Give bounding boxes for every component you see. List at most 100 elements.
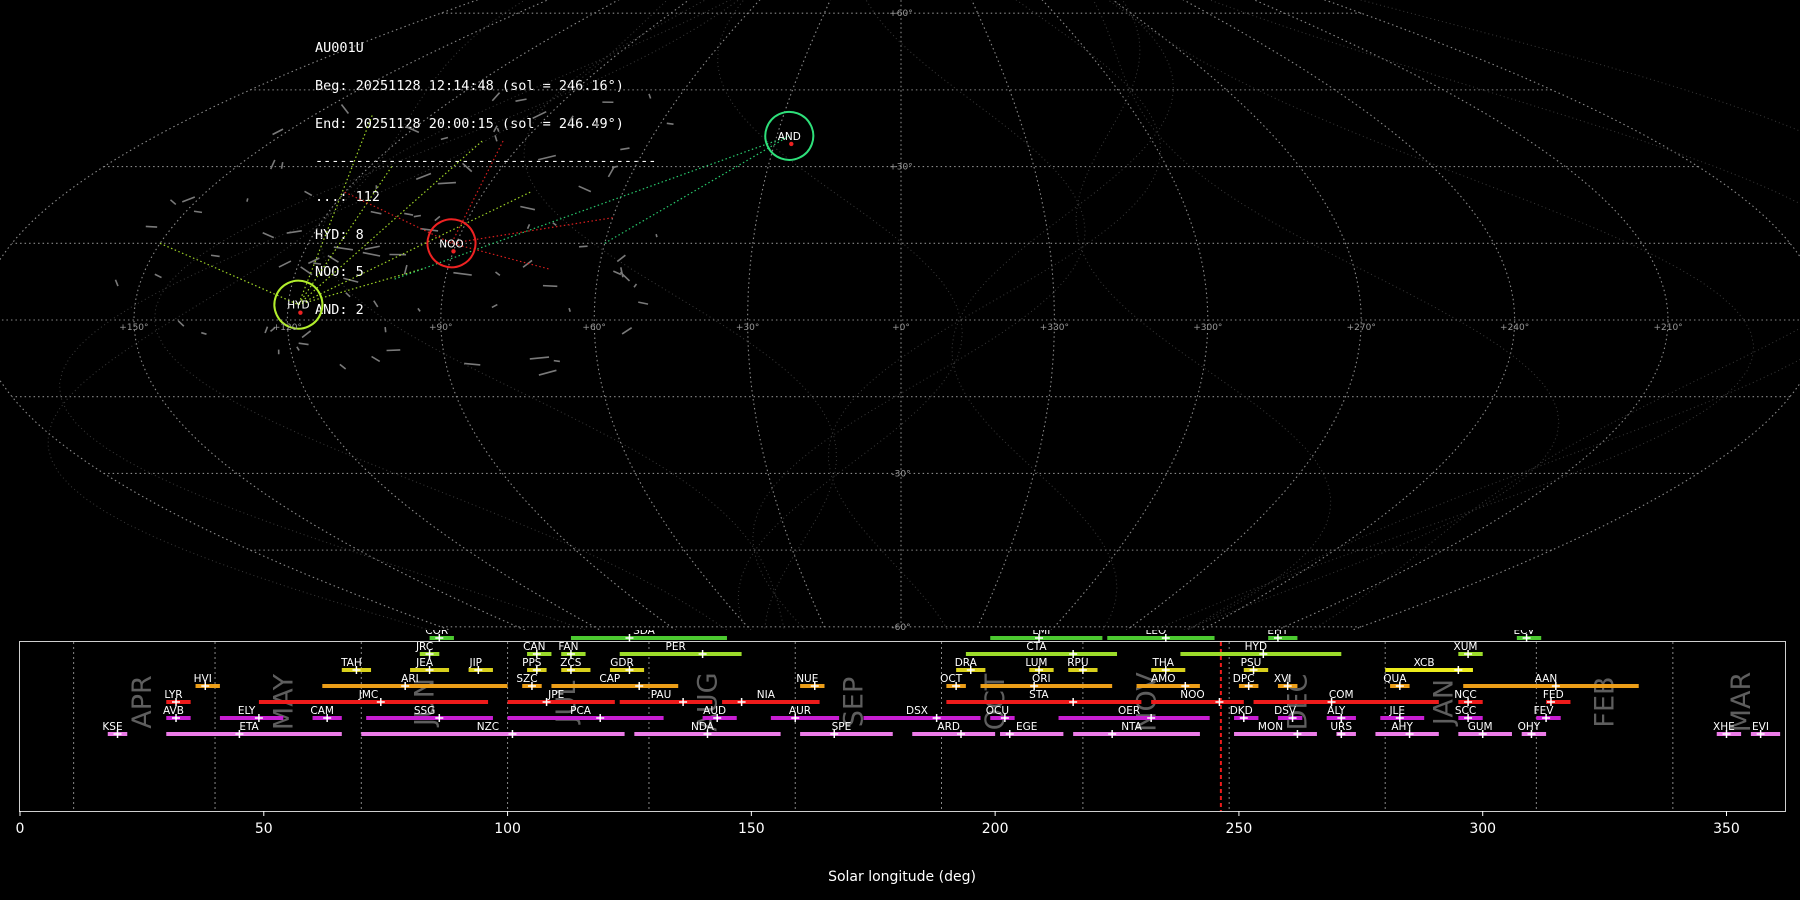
- sporadic-trail: [655, 233, 658, 238]
- ra-tick-label: +30°: [736, 323, 760, 333]
- x-axis-label: Solar longitude (deg): [828, 869, 976, 885]
- sporadic-trail: [440, 136, 449, 141]
- shower-label: STA: [1029, 689, 1049, 701]
- sporadic-trail: [286, 230, 302, 234]
- sporadic-trail: [464, 362, 481, 366]
- shower-label: JLE: [1388, 705, 1405, 717]
- shower-trail: [451, 242, 549, 270]
- shower-label: NTA: [1121, 721, 1142, 733]
- x-tick-label: 100: [494, 821, 521, 837]
- sporadic-trail: [491, 92, 501, 102]
- sporadic-trail: [362, 251, 381, 257]
- x-tick-label: 0: [16, 821, 25, 837]
- shower-trail: [298, 191, 531, 306]
- shower-label: JRC: [415, 641, 433, 653]
- background-arc: [523, 0, 838, 630]
- shower-label: FAN: [558, 641, 578, 653]
- shower-label: ARI: [401, 673, 419, 685]
- ra-tick-label: +210°: [1653, 323, 1682, 333]
- sporadic-trail: [494, 135, 498, 142]
- shower-label: PSU: [1241, 657, 1262, 669]
- dec-tick-label: +60°: [889, 9, 913, 19]
- sporadic-trail: [619, 271, 631, 282]
- sporadic-trail: [327, 254, 339, 263]
- background-arc: [1310, 0, 1800, 630]
- sporadic-trail: [280, 161, 284, 169]
- shower-label: AVB: [163, 705, 184, 717]
- shower-label: GDR: [610, 657, 634, 669]
- ra-tick-label: +60°: [582, 323, 606, 333]
- shower-label: DKD: [1230, 705, 1253, 717]
- background-arc: [951, 0, 1175, 630]
- shower-trail: [297, 140, 483, 306]
- sporadic-trail: [515, 98, 527, 103]
- radiant-markers: AND NOO HYD: [273, 110, 815, 330]
- shower-label: LMI: [1032, 630, 1050, 637]
- shower-label: THA: [1151, 657, 1174, 669]
- sporadic-trail: [607, 167, 615, 178]
- sporadic-trail: [612, 270, 622, 276]
- shower-label: COM: [1329, 689, 1354, 701]
- meridian-line: [0, 0, 479, 630]
- sporadic-trail: [578, 245, 588, 248]
- shower-label: AUD: [703, 705, 726, 717]
- sporadic-trail: [345, 292, 351, 298]
- shower-label: OER: [1118, 705, 1140, 717]
- sporadic-trail: [537, 154, 557, 161]
- sporadic-trail: [269, 159, 276, 170]
- sporadic-trail: [538, 369, 557, 376]
- shower-label: GUM: [1468, 721, 1493, 733]
- month-grid: APR MAY JUN JUL AUG SEP OCT NOV DEC JAN FEB MAR: [73, 642, 1757, 811]
- sporadic-trail: [461, 162, 473, 173]
- shower-label: PAU: [651, 689, 672, 701]
- x-tick-label: 200: [982, 821, 1009, 837]
- shower-label: JPE: [547, 689, 564, 701]
- shower-label: NZC: [477, 721, 499, 733]
- shower-label: ETA: [239, 721, 259, 733]
- shower-label: NIA: [757, 689, 776, 701]
- shower-timeline-chart: APRMAYJUNJULAUGSEPOCTNOVDECJANFEBMAR KUM…: [16, 630, 1786, 885]
- shower-label: SZC: [516, 673, 537, 685]
- shower-label: SPE: [832, 721, 852, 733]
- meridian-line: [1323, 0, 1800, 630]
- month-label: APR: [127, 675, 158, 729]
- shower-label: DPC: [1233, 673, 1255, 685]
- sporadic-trail: [384, 327, 387, 333]
- shower-trail: [297, 115, 373, 305]
- background-arc: [47, 0, 526, 630]
- shower-label: JIP: [468, 657, 482, 669]
- dec-tick-label: -60°: [891, 623, 910, 630]
- sporadic-trail: [552, 222, 557, 226]
- shower-label: RPU: [1067, 657, 1088, 669]
- sporadic-trail: [638, 301, 649, 305]
- sporadic-trail: [193, 210, 203, 214]
- shower-label: CAP: [599, 673, 620, 685]
- shower-label: NDA: [691, 721, 715, 733]
- sporadic-trail: [520, 205, 536, 211]
- shower-label: XUM: [1454, 641, 1478, 653]
- sporadic-trail: [181, 196, 196, 203]
- sporadic-trail: [529, 356, 550, 360]
- sporadic-trail: [210, 254, 220, 258]
- shower-label: SCC: [1455, 705, 1476, 717]
- shower-label: AHY: [1391, 721, 1413, 733]
- shower-trail: [344, 191, 452, 244]
- shower-label: EHY: [1267, 630, 1289, 637]
- x-axis: 0 50 100 150 200 250 300 350: [16, 811, 1740, 837]
- shower-label: COR: [425, 630, 448, 637]
- radiant-label: NOO: [439, 238, 463, 250]
- shower-label: QUA: [1383, 673, 1407, 685]
- background-arc: [1092, 0, 1560, 630]
- meridian-line: [133, 0, 550, 630]
- shower-label: KSE: [102, 721, 122, 733]
- sporadic-trail: [405, 125, 420, 134]
- sporadic-trail: [340, 104, 350, 114]
- sporadic-trail: [272, 128, 284, 136]
- sporadic-trail: [493, 125, 498, 133]
- shower-trail: [450, 140, 504, 244]
- shower-label: LUM: [1025, 657, 1047, 669]
- shower-trail: [159, 242, 299, 306]
- background-arc: [58, 0, 668, 630]
- sporadic-trail: [296, 346, 300, 351]
- background-arc: [717, 0, 963, 630]
